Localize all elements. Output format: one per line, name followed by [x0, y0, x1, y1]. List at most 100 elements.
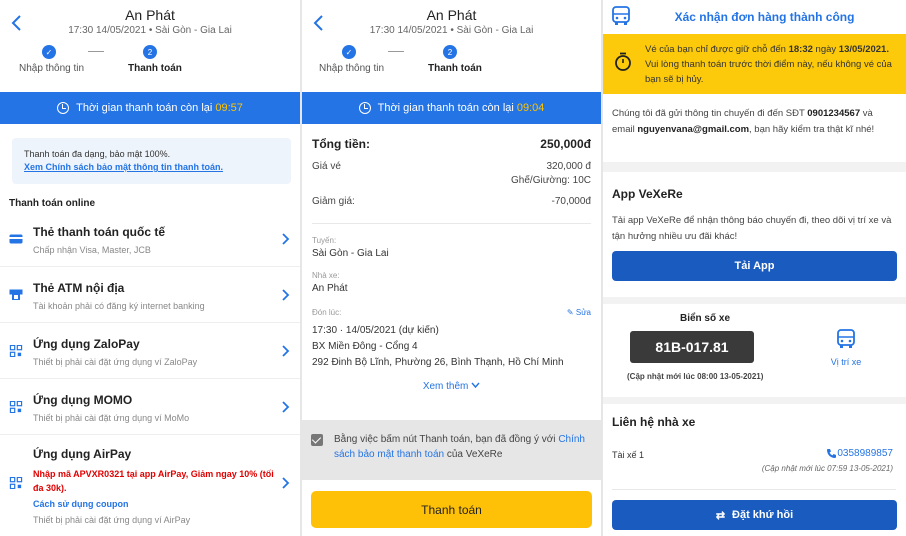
bus-icon: [837, 329, 855, 348]
driver-phone: 0358989857: [837, 448, 893, 459]
warning-text-2: ngày: [815, 44, 837, 55]
see-more-button[interactable]: Xem thêm: [312, 381, 591, 392]
order-confirmation-screen: Xác nhận đơn hàng thành công Vé của bạn …: [603, 0, 906, 536]
sent-email: nguyenvana@gmail.com: [637, 124, 750, 135]
stopwatch-icon: [615, 52, 631, 71]
timer-label: Thời gian thanh toán còn lại: [377, 102, 514, 114]
phone-icon: [827, 449, 837, 458]
method-title: Thẻ ATM nội địa: [33, 281, 125, 295]
warning-time: 18:32: [788, 44, 813, 55]
warning-text-3: Vui lòng thanh toán trước thời điểm này,…: [645, 59, 892, 85]
step-2-label: Thanh toán: [128, 63, 182, 74]
chevron-right-icon: [282, 233, 290, 245]
confirmation-title: Xác nhận đơn hàng thành công: [674, 10, 855, 24]
payment-timer: Thời gian thanh toán còn lại 09:57: [0, 92, 300, 124]
step-connector: [388, 51, 404, 52]
coupon-howto-link[interactable]: Cách sử dụng coupon: [33, 497, 129, 511]
operator-label: Nhà xe:: [312, 271, 340, 280]
payment-method-airpay[interactable]: Ứng dụng AirPay Nhập mã APVXR0321 tại ap…: [0, 435, 300, 535]
download-app-button[interactable]: Tải App: [612, 251, 897, 281]
agree-suffix: của VeXeRe: [446, 449, 503, 460]
pickup-time: 17:30 · 14/05/2021 (dự kiến): [312, 325, 439, 336]
method-desc: Thiết bị phải cài đặt ứng dụng ví AirPay: [33, 515, 191, 525]
payment-method-atm[interactable]: Thẻ ATM nội địa Tài khoản phải có đăng k…: [0, 267, 300, 323]
payment-method-intl-card[interactable]: Thẻ thanh toán quốc tế Chấp nhận Visa, M…: [0, 211, 300, 267]
step-connector: [88, 51, 104, 52]
security-info-text: Thanh toán đa dạng, bảo mật 100%.: [24, 149, 171, 159]
discount-value: -70,000đ: [551, 196, 591, 207]
vehicle-location-button[interactable]: Vị trí xe: [825, 329, 867, 367]
round-trip-label: Đặt khứ hồi: [732, 509, 794, 521]
total-label: Tổng tiền:: [312, 137, 370, 151]
method-desc: Chấp nhận Visa, Master, JCB: [33, 245, 151, 255]
chevron-right-icon: [282, 477, 290, 489]
sent-text-1: Chúng tôi đã gửi thông tin chuyến đi đến…: [612, 108, 805, 119]
pickup-label: Đón lúc:: [312, 308, 342, 317]
order-summary: Tổng tiền: 250,000đ Giá vé 320,000 đ Ghế…: [302, 137, 601, 392]
qr-code-icon: [9, 401, 23, 413]
security-policy-link[interactable]: Xem Chính sách bảo mật thông tin thanh t…: [24, 162, 223, 172]
discount-label: Giảm giá:: [312, 196, 355, 207]
route-value: Sài Gòn - Gia Lai: [312, 248, 389, 259]
pickup-address: 292 Đinh Bộ Lĩnh, Phường 26, Bình Thạnh,…: [312, 357, 564, 368]
round-trip-button[interactable]: ⇄ Đặt khứ hồi: [612, 500, 897, 530]
method-title: Ứng dụng ZaloPay: [33, 337, 140, 351]
seat-number: Ghế/Giường: 10C: [511, 175, 591, 186]
method-desc: Thiết bị phải cài đặt ứng dụng ví ZaloPa…: [33, 357, 198, 367]
payment-summary-screen: An Phát 17:30 14/05/2021 • Sài Gòn - Gia…: [302, 0, 601, 536]
online-payment-heading: Thanh toán online: [9, 198, 96, 209]
driver-updated: (Cập nhật mới lúc 07:59 13-05-2021): [761, 464, 893, 473]
terms-agreement: Bằng việc bấm nút Thanh toán, bạn đã đồn…: [302, 420, 601, 480]
operator-title: An Phát: [125, 7, 175, 23]
app-title: App VeXeRe: [612, 187, 683, 201]
sent-text-3: , bạn hãy kiểm tra thật kĩ nhé!: [749, 124, 875, 135]
app-promo-card: App VeXeRe Tải app VeXeRe để nhận thông …: [603, 172, 906, 297]
security-info-box: Thanh toán đa dạng, bảo mật 100%. Xem Ch…: [12, 138, 291, 184]
header: Xác nhận đơn hàng thành công: [603, 0, 906, 34]
warning-text-1: Vé của bạn chỉ được giữ chỗ đến: [645, 44, 786, 55]
chevron-down-icon: [471, 382, 480, 389]
step-1-done-icon: ✓: [42, 45, 56, 59]
payment-method-zalopay[interactable]: Ứng dụng ZaloPay Thiết bị phải cài đặt ứ…: [0, 323, 300, 379]
atm-icon: [9, 289, 23, 300]
method-title: Ứng dụng MOMO: [33, 393, 133, 407]
operator-value: An Phát: [312, 283, 348, 294]
swap-arrows-icon: ⇄: [715, 509, 726, 522]
clock-icon: [358, 102, 371, 114]
divider: [612, 489, 896, 490]
timer-value: 09:04: [516, 102, 545, 114]
notification-info: Chúng tôi đã gửi thông tin chuyến đi đến…: [603, 94, 906, 162]
fare-value: 320,000 đ: [546, 161, 592, 172]
timer-label: Thời gian thanh toán còn lại: [76, 102, 213, 114]
chevron-right-icon: [282, 401, 290, 413]
step-2-indicator: 2: [443, 45, 457, 59]
app-desc: Tải app VeXeRe để nhận thông báo chuyến …: [612, 215, 892, 242]
call-driver-link[interactable]: 0358989857: [826, 448, 893, 459]
vehicle-card: Biển số xe 81B-017.81 (Cập nhật mới lúc …: [603, 304, 906, 397]
edit-pickup-button[interactable]: ✎ Sửa: [567, 308, 591, 317]
location-label: Vị trí xe: [830, 357, 862, 367]
trip-info: 17:30 14/05/2021 • Sài Gòn - Gia Lai: [68, 25, 232, 36]
contact-title: Liên hệ nhà xe: [612, 415, 696, 429]
credit-card-icon: [9, 234, 23, 244]
edit-label: Sửa: [575, 308, 591, 317]
step-2-label: Thanh toán: [428, 63, 482, 74]
divider: [312, 223, 591, 224]
route-label: Tuyến:: [312, 236, 337, 245]
trip-info: 17:30 14/05/2021 • Sài Gòn - Gia Lai: [369, 25, 534, 36]
pay-button[interactable]: Thanh toán: [311, 491, 592, 528]
header: An Phát 17:30 14/05/2021 • Sài Gòn - Gia…: [302, 0, 601, 92]
chevron-right-icon: [282, 289, 290, 301]
clock-icon: [57, 102, 70, 114]
timer-value: 09:57: [215, 102, 243, 114]
step-2-indicator: 2: [143, 45, 157, 59]
plate-label: Biển số xe: [679, 313, 731, 324]
payment-method-screen: An Phát 17:30 14/05/2021 • Sài Gòn - Gia…: [0, 0, 300, 536]
plate-updated: (Cập nhật mới lúc 08:00 13-05-2021): [627, 372, 764, 381]
agree-checkbox[interactable]: [311, 434, 323, 446]
method-desc: Tài khoản phải có đăng ký internet banki…: [33, 301, 205, 311]
hold-warning: Vé của bạn chỉ được giữ chỗ đến 18:32 ng…: [603, 34, 906, 94]
pickup-place: BX Miền Đông - Cổng 4: [312, 341, 418, 352]
payment-method-momo[interactable]: Ứng dụng MOMO Thiết bị phải cài đặt ứng …: [0, 379, 300, 435]
step-1-label: Nhập thông tin: [19, 63, 85, 74]
